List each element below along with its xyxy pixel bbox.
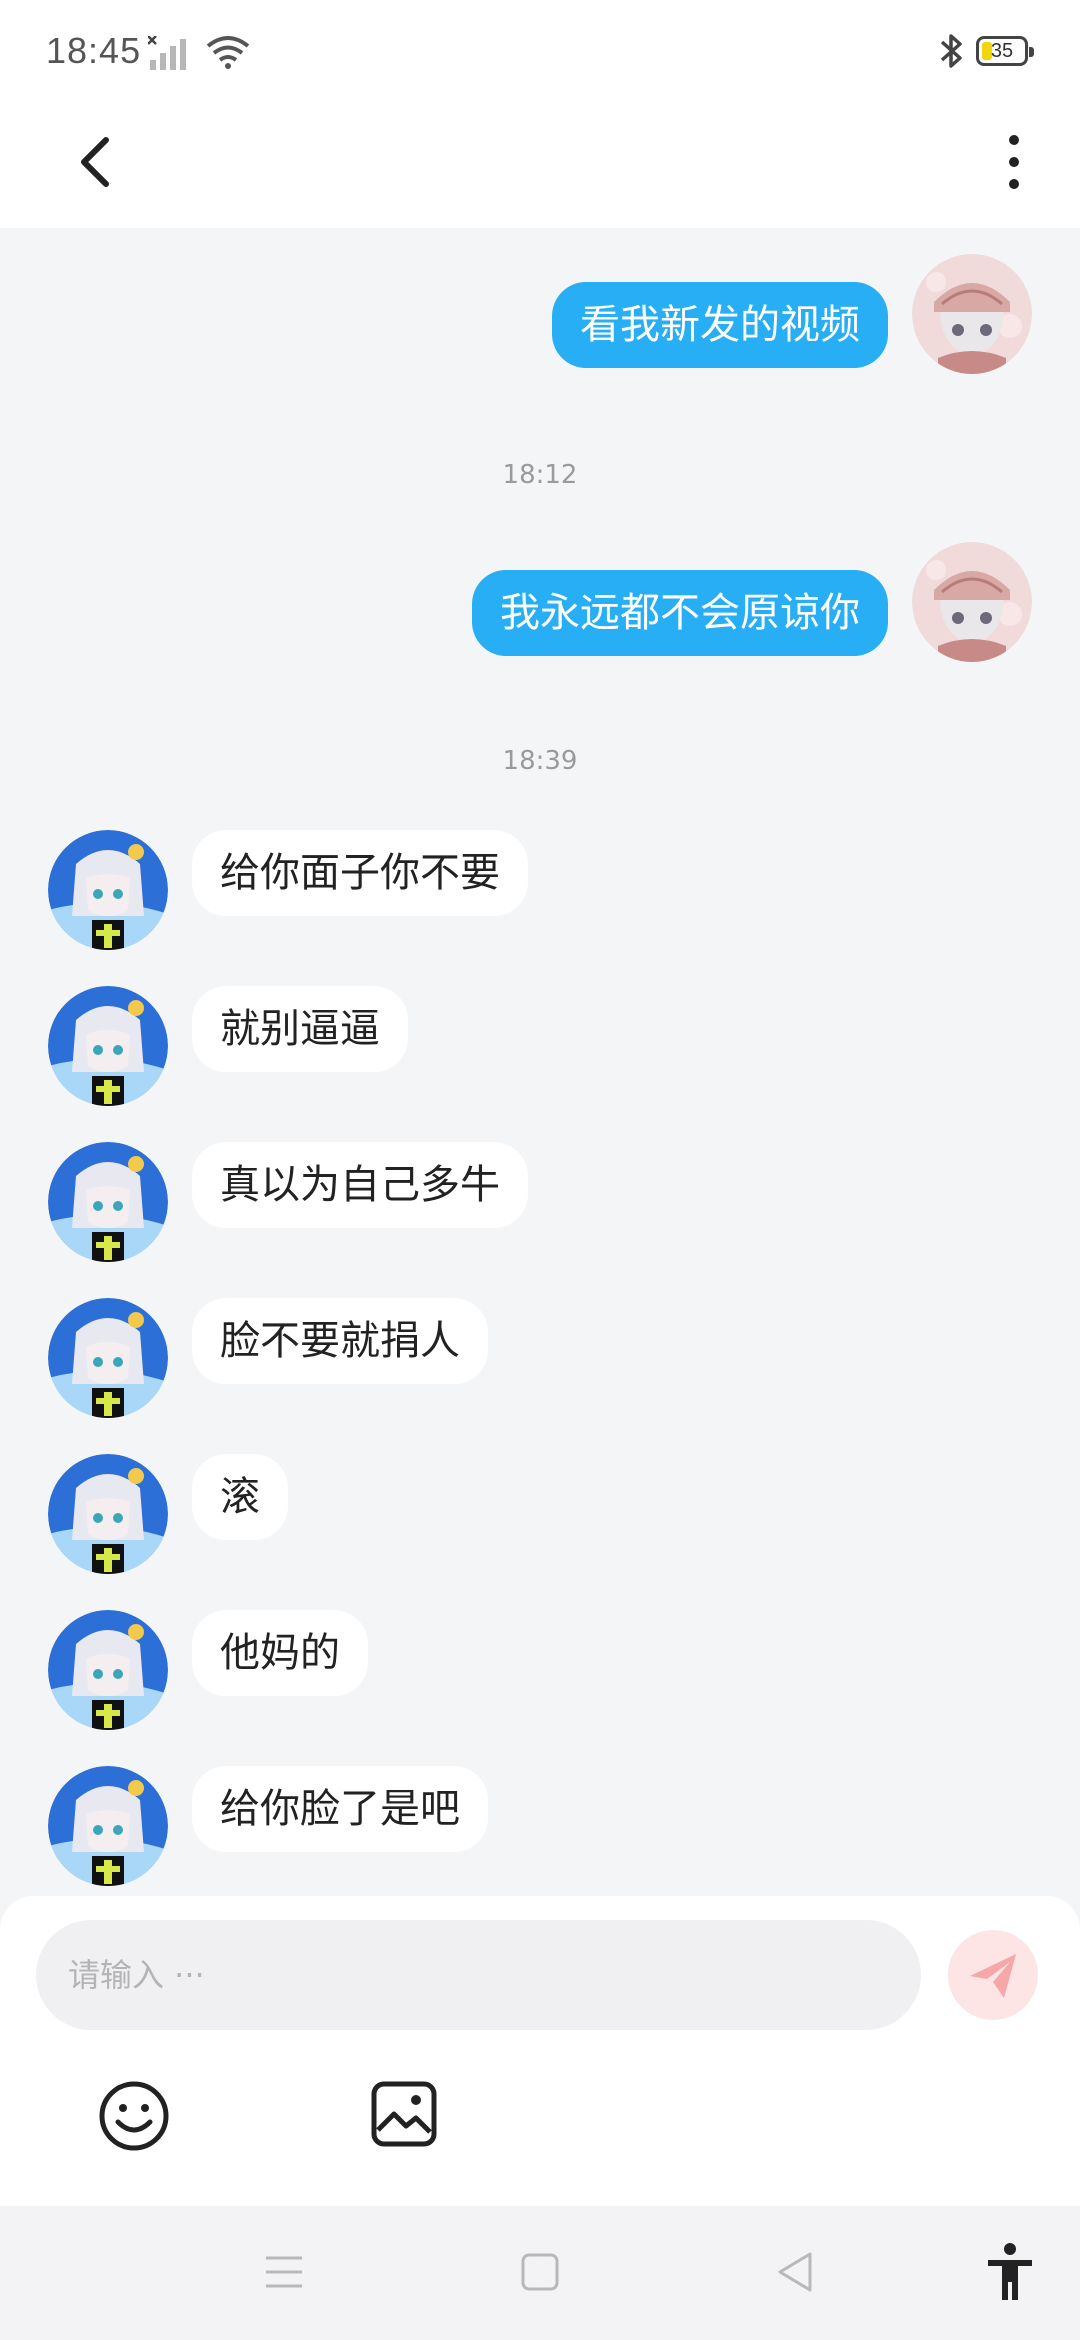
avatar[interactable] (912, 542, 1032, 662)
avatar-image (912, 542, 1032, 662)
message-input[interactable] (36, 1920, 921, 2030)
message-row: 我永远都不会原谅你 (0, 542, 1080, 666)
avatar-image (48, 1610, 168, 1730)
avatar-image (48, 1298, 168, 1418)
message-row: 真以为自己多牛 (0, 1142, 1080, 1266)
emoji-button[interactable] (98, 2080, 170, 2152)
avatar[interactable] (48, 986, 168, 1106)
battery-level: 35 (990, 40, 1014, 62)
message-bubble[interactable]: 给你脸了是吧 (192, 1766, 488, 1852)
signal-icon (148, 36, 186, 70)
message-bubble[interactable]: 我永远都不会原谅你 (472, 570, 888, 656)
avatar-image (48, 1766, 168, 1886)
home-icon[interactable] (520, 2250, 560, 2294)
avatar-image (48, 1454, 168, 1574)
avatar-image (912, 254, 1032, 374)
bluetooth-icon (940, 34, 962, 68)
input-panel (0, 1896, 1080, 2206)
message-bubble[interactable]: 滚 (192, 1454, 288, 1540)
avatar-image (48, 986, 168, 1106)
avatar[interactable] (48, 1454, 168, 1574)
timestamp: 18:12 (502, 460, 578, 490)
message-bubble[interactable]: 就别逼逼 (192, 986, 408, 1072)
message-row: 他妈的 (0, 1610, 1080, 1734)
message-bubble[interactable]: 真以为自己多牛 (192, 1142, 528, 1228)
avatar[interactable] (48, 1142, 168, 1262)
back-icon[interactable] (774, 2250, 818, 2294)
message-row: 给你脸了是吧 (0, 1766, 1080, 1890)
message-row: 就别逼逼 (0, 986, 1080, 1110)
chevron-left-icon (81, 137, 109, 187)
avatar[interactable] (48, 1610, 168, 1730)
message-bubble[interactable]: 看我新发的视频 (552, 282, 888, 368)
message-row: 滚 (0, 1454, 1080, 1578)
navigation-bar (0, 2206, 1080, 2340)
avatar-image (48, 830, 168, 950)
avatar[interactable] (48, 1766, 168, 1886)
more-options-button[interactable] (990, 126, 1038, 198)
wifi-icon (206, 36, 250, 69)
send-icon (970, 1954, 1016, 1998)
status-bar: 18:45 35 (0, 0, 1080, 104)
message-row: 脸不要就捐人 (0, 1298, 1080, 1422)
emoji-icon (99, 2081, 169, 2151)
menu-icon[interactable] (262, 2250, 306, 2294)
chat-messages[interactable]: 看我新发的视频 18:12 我永远都不会原谅你 18:39 给你面子你不要 就别… (0, 228, 1080, 1898)
image-button[interactable] (370, 2080, 438, 2148)
avatar-image (48, 1142, 168, 1262)
accessibility-icon[interactable] (984, 2242, 1036, 2302)
message-bubble[interactable]: 脸不要就捐人 (192, 1298, 488, 1384)
message-row: 看我新发的视频 (0, 254, 1080, 378)
back-button[interactable] (66, 126, 138, 198)
message-bubble[interactable]: 他妈的 (192, 1610, 368, 1696)
message-bubble[interactable]: 给你面子你不要 (192, 830, 528, 916)
chat-header (0, 104, 1080, 228)
timestamp: 18:39 (502, 746, 578, 776)
message-row: 给你面子你不要 (0, 830, 1080, 954)
avatar[interactable] (48, 830, 168, 950)
send-button[interactable] (948, 1930, 1038, 2020)
avatar[interactable] (48, 1298, 168, 1418)
battery-icon: 35 (976, 36, 1034, 66)
avatar[interactable] (912, 254, 1032, 374)
more-vertical-icon (1009, 135, 1019, 189)
status-time: 18:45 (46, 30, 142, 71)
image-icon (371, 2081, 437, 2147)
